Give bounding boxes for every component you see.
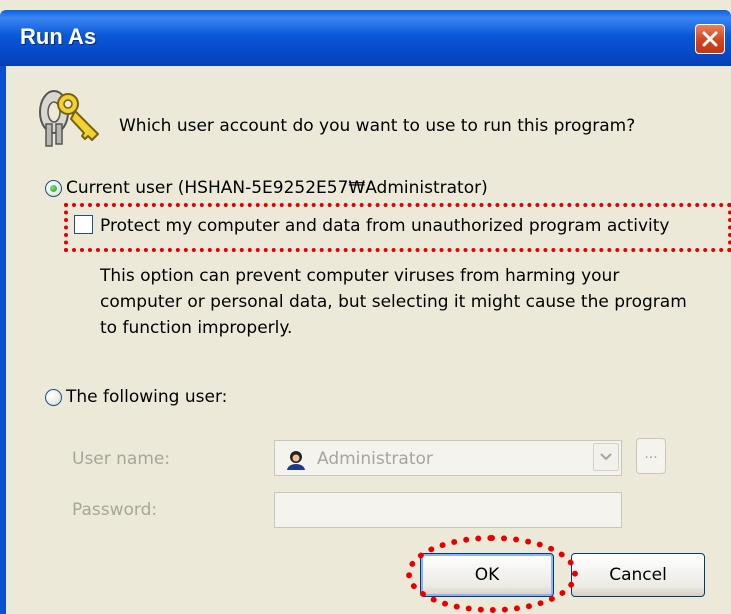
close-icon	[702, 31, 718, 47]
window-title: Run As	[20, 24, 97, 49]
username-label: User name:	[72, 449, 171, 469]
username-combobox[interactable]: Administrator	[274, 440, 622, 476]
cancel-button[interactable]: Cancel	[571, 553, 705, 597]
following-user-radio[interactable]	[45, 389, 62, 406]
user-icon	[287, 451, 305, 470]
title-bar: Run As	[0, 10, 731, 66]
window-frame	[0, 66, 6, 614]
radio-selected-dot	[50, 185, 57, 192]
close-button[interactable]	[695, 24, 725, 54]
protect-description-line-2: computer or personal data, but selecting…	[100, 292, 687, 312]
prompt-text: Which user account do you want to use to…	[119, 116, 636, 136]
password-label: Password:	[72, 500, 158, 520]
chevron-down-icon	[600, 453, 612, 461]
keys-icon	[39, 90, 99, 147]
current-user-label[interactable]: Current user (HSHAN-5E9252E57₩Administra…	[66, 178, 488, 198]
username-dropdown-arrow[interactable]	[593, 443, 619, 471]
checkbox-highlight	[64, 203, 731, 252]
protect-description-line-1: This option can prevent computer viruses…	[100, 266, 620, 286]
following-user-label[interactable]: The following user:	[66, 387, 227, 407]
run-as-dialog: Run As Which user account do you want to…	[0, 0, 731, 614]
username-value: Administrator	[317, 449, 433, 469]
current-user-radio[interactable]	[45, 180, 62, 197]
browse-users-button[interactable]: ...	[636, 438, 666, 474]
protect-description-line-3: to function improperly.	[100, 318, 293, 338]
password-field[interactable]	[274, 492, 622, 528]
ok-button-highlight	[406, 535, 578, 613]
